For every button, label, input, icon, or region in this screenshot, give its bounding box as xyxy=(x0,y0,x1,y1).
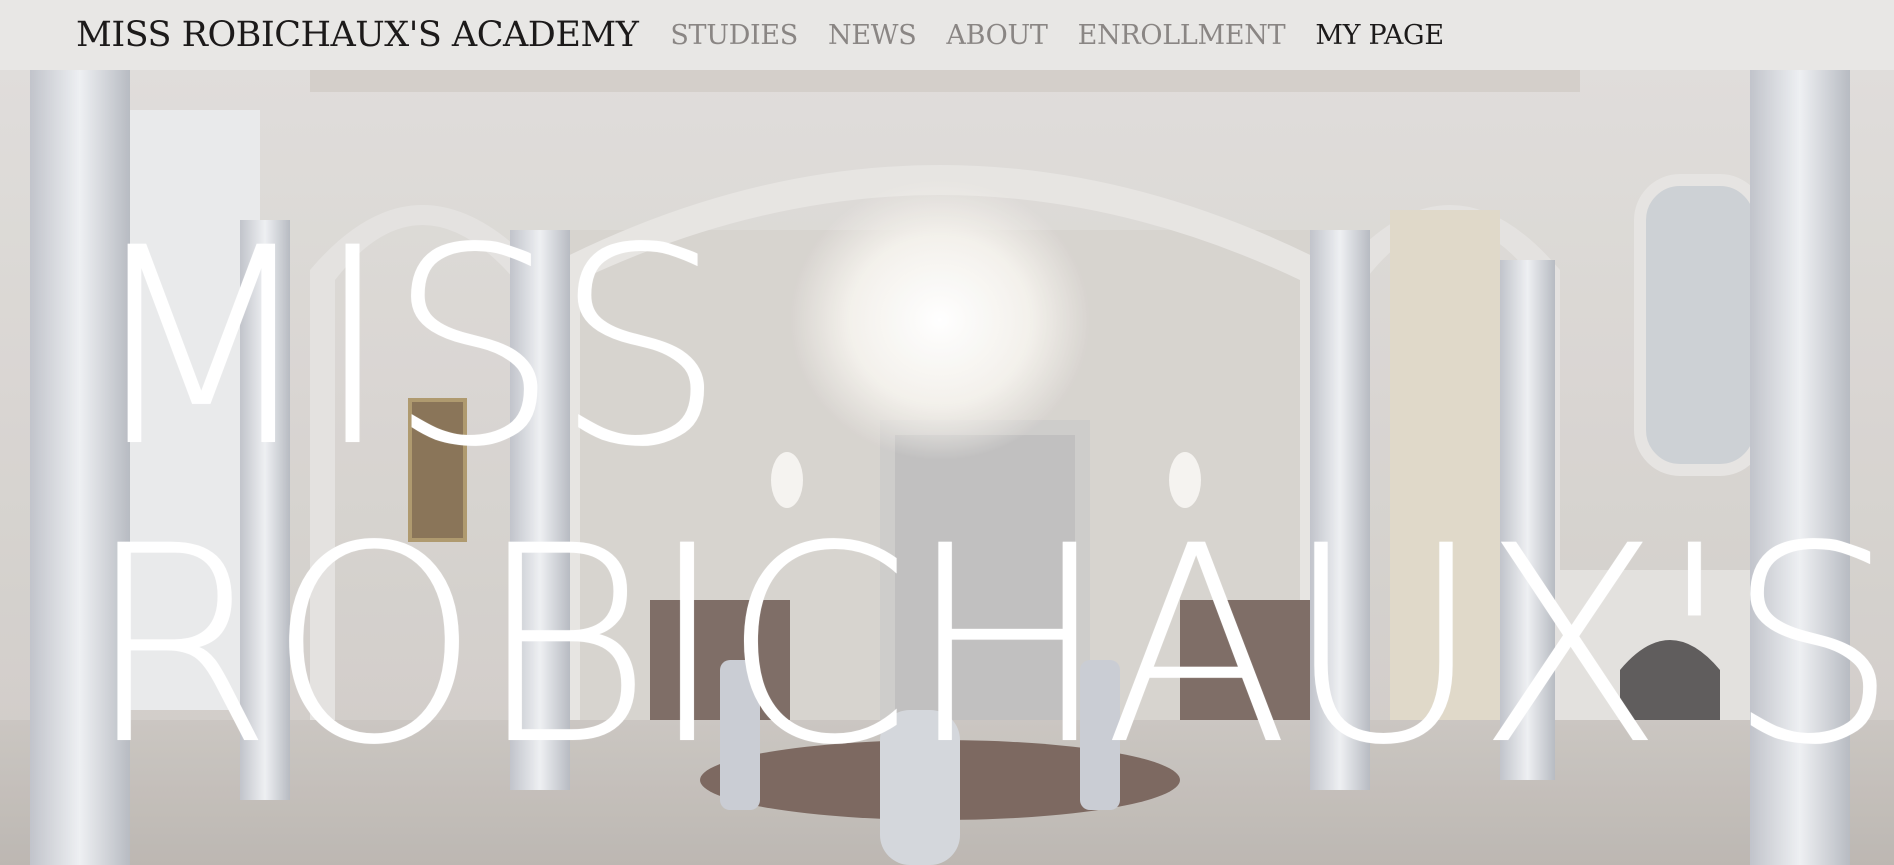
nav-link-news[interactable]: NEWS xyxy=(828,20,917,51)
nav-link-studies[interactable]: STUDIES xyxy=(670,20,798,51)
top-navigation-bar: MISS ROBICHAUX'S ACADEMY STUDIES NEWS AB… xyxy=(0,0,1894,70)
hero-title-line-1: MISS xyxy=(84,191,726,507)
nav-link-enrollment[interactable]: ENROLLMENT xyxy=(1078,20,1286,51)
hero-title-line-2: ROBICHAUX'S xyxy=(84,489,1894,805)
nav-link-about[interactable]: ABOUT xyxy=(946,20,1048,51)
hero-title: MISS ROBICHAUX'S xyxy=(84,191,1894,805)
hero-section: MISS ROBICHAUX'S xyxy=(0,70,1894,865)
nav-link-my-page[interactable]: MY PAGE xyxy=(1315,20,1444,51)
site-brand[interactable]: MISS ROBICHAUX'S ACADEMY xyxy=(76,15,639,55)
